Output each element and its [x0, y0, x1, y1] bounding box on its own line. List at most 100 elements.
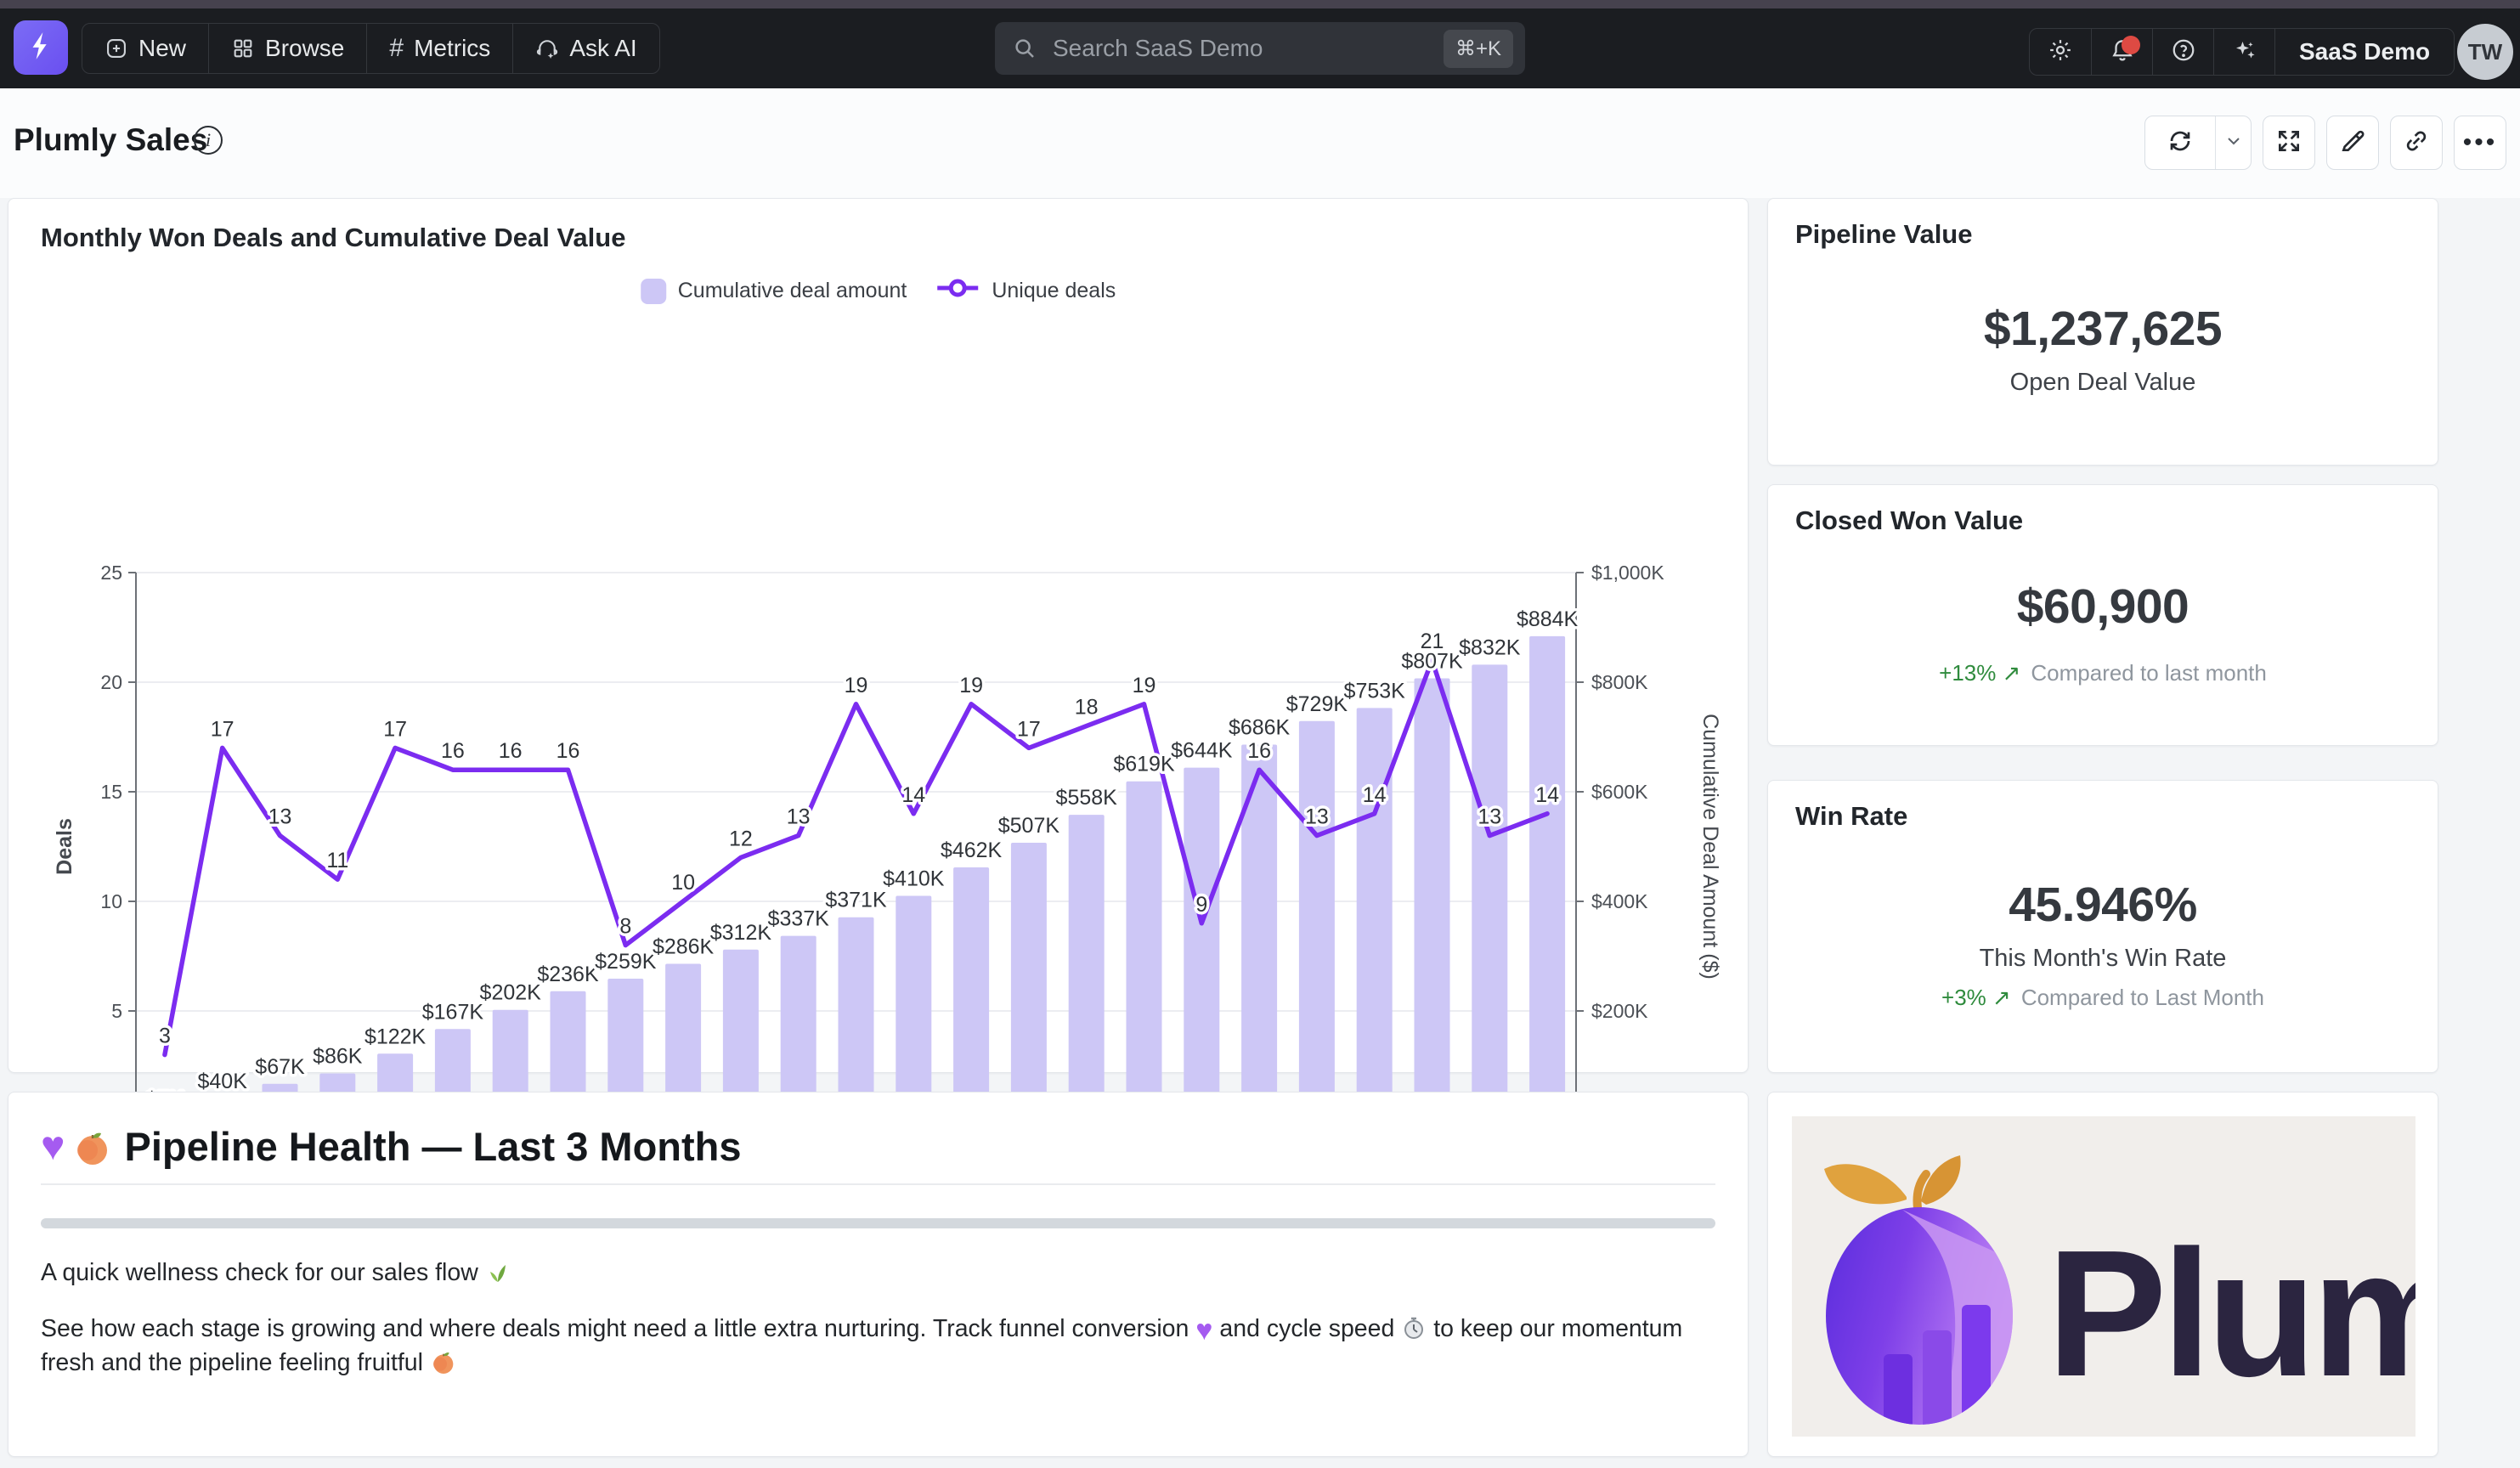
chart-title: Monthly Won Deals and Cumulative Deal Va…: [41, 223, 625, 253]
peach-emoji: [72, 1126, 113, 1167]
kpi-comparison: +13% ↗ Compared to last month: [1939, 660, 2267, 686]
refresh-button[interactable]: [2145, 116, 2215, 169]
kpi-card-win-rate: Win Rate 45.946% This Month's Win Rate +…: [1767, 780, 2438, 1073]
workspace-button[interactable]: SaaS Demo: [2274, 29, 2454, 75]
svg-text:17: 17: [211, 717, 234, 741]
help-button[interactable]: [2152, 29, 2213, 75]
svg-text:8: 8: [619, 915, 631, 939]
svg-text:$67K: $67K: [255, 1055, 305, 1079]
chevron-down-icon: [2223, 131, 2244, 155]
svg-text:$686K: $686K: [1229, 716, 1291, 740]
svg-text:Deals: Deals: [53, 818, 76, 875]
workspace-label: SaaS Demo: [2299, 38, 2430, 65]
svg-text:10: 10: [100, 890, 122, 912]
svg-text:$371K: $371K: [825, 889, 887, 912]
svg-text:16: 16: [441, 739, 465, 763]
gear-icon: [2048, 37, 2073, 67]
svg-text:19: 19: [845, 674, 868, 697]
svg-text:$884K: $884K: [1517, 607, 1579, 631]
svg-text:$507K: $507K: [998, 814, 1060, 838]
refresh-icon: [2167, 127, 2194, 159]
svg-text:14: 14: [1535, 783, 1559, 807]
help-icon: [2171, 37, 2196, 67]
edit-button[interactable]: [2326, 116, 2379, 170]
svg-text:$619K: $619K: [1113, 753, 1175, 776]
herb-emoji: [485, 1259, 511, 1284]
legend-item-cumulative[interactable]: Cumulative deal amount: [641, 279, 907, 304]
chart-card: Monthly Won Deals and Cumulative Deal Va…: [8, 198, 1749, 1073]
nav-new-label: New: [138, 35, 186, 62]
lightning-bolt-icon: [25, 30, 57, 66]
svg-text:17: 17: [383, 717, 407, 741]
share-link-button[interactable]: [2390, 116, 2443, 170]
nav-metrics-button[interactable]: # Metrics: [366, 24, 512, 73]
notifications-button[interactable]: [2091, 29, 2152, 75]
pipeline-health-card: ♥ Pipeline Health — Last 3 Months A quic…: [8, 1092, 1749, 1457]
page-title: Plumly Sales: [14, 122, 207, 158]
legend-item-unique-deals[interactable]: Unique deals: [935, 277, 1116, 305]
kpi-comparison: +3% ↗ Compared to Last Month: [1941, 985, 2264, 1011]
legend-cumulative-label: Cumulative deal amount: [678, 279, 907, 303]
settings-button[interactable]: [2030, 29, 2091, 75]
chart-legend: Cumulative deal amount Unique deals: [641, 277, 1116, 305]
app-root: New Browse # Metrics Ask AI: [0, 0, 2520, 1468]
more-options-button[interactable]: •••: [2454, 116, 2506, 170]
bar-swatch: [641, 279, 666, 304]
kpi-value: 45.946%: [2009, 877, 2197, 933]
peach-emoji-small: [430, 1348, 457, 1375]
svg-text:$410K: $410K: [883, 867, 945, 891]
grid-icon: [231, 37, 255, 60]
info-icon[interactable]: i: [194, 126, 223, 155]
notification-dot: [2122, 36, 2140, 54]
link-icon: [2403, 127, 2430, 159]
svg-text:13: 13: [1478, 805, 1501, 829]
user-avatar[interactable]: TW: [2457, 24, 2513, 80]
svg-text:$800K: $800K: [1591, 671, 1648, 693]
svg-text:$644K: $644K: [1171, 739, 1233, 763]
refresh-split-button: [2144, 116, 2252, 170]
sparkles-icon: [2232, 37, 2257, 67]
svg-text:17: 17: [1017, 717, 1041, 741]
svg-text:$236K: $236K: [537, 963, 599, 986]
plumly-wordmark: Plumly: [2047, 1212, 2415, 1414]
fullscreen-button[interactable]: [2263, 116, 2315, 170]
svg-text:3: 3: [159, 1025, 171, 1048]
note-heading-text: Pipeline Health — Last 3 Months: [125, 1123, 742, 1170]
stopwatch-emoji: [1401, 1315, 1427, 1341]
legend-unique-deals-label: Unique deals: [992, 279, 1116, 303]
svg-text:13: 13: [268, 805, 292, 829]
nav-new-button[interactable]: New: [82, 24, 208, 73]
whats-new-button[interactable]: [2213, 29, 2274, 75]
refresh-options-button[interactable]: [2215, 116, 2251, 169]
primary-nav: New Browse # Metrics Ask AI: [82, 23, 660, 74]
nav-ask-ai-button[interactable]: Ask AI: [512, 24, 658, 73]
search-input[interactable]: [1051, 34, 1444, 63]
kpi-delta: +13% ↗: [1939, 660, 2020, 686]
svg-text:25: 25: [100, 562, 122, 584]
divider-bar: [41, 1218, 1715, 1228]
svg-text:$558K: $558K: [1056, 786, 1118, 810]
nav-browse-button[interactable]: Browse: [208, 24, 366, 73]
hash-icon: #: [389, 34, 404, 63]
svg-text:$337K: $337K: [768, 907, 830, 931]
svg-text:16: 16: [499, 739, 523, 763]
kpi-card-closed-won-value: Closed Won Value $60,900 +13% ↗ Compared…: [1767, 484, 2438, 746]
svg-text:$753K: $753K: [1344, 679, 1406, 703]
plumly-logo-image: Plumly: [1792, 1116, 2415, 1437]
kpi-value: $1,237,625: [1984, 301, 2222, 357]
expand-icon: [2275, 127, 2302, 159]
svg-text:13: 13: [1305, 805, 1329, 829]
global-search[interactable]: ⌘+K: [995, 22, 1525, 75]
nav-browse-label: Browse: [265, 35, 344, 62]
svg-text:9: 9: [1195, 893, 1207, 917]
kpi-card-pipeline-value: Pipeline Value $1,237,625 Open Deal Valu…: [1767, 198, 2438, 466]
svg-text:11: 11: [326, 849, 348, 872]
svg-text:$729K: $729K: [1286, 692, 1348, 716]
svg-text:$832K: $832K: [1459, 635, 1521, 659]
divider-line: [41, 1183, 1715, 1185]
search-shortcut-kbd: ⌘+K: [1444, 30, 1513, 68]
app-logo-button[interactable]: [14, 20, 68, 75]
svg-text:$400K: $400K: [1591, 890, 1648, 912]
svg-text:$286K: $286K: [653, 935, 715, 959]
headset-sparkle-icon: [535, 37, 559, 60]
